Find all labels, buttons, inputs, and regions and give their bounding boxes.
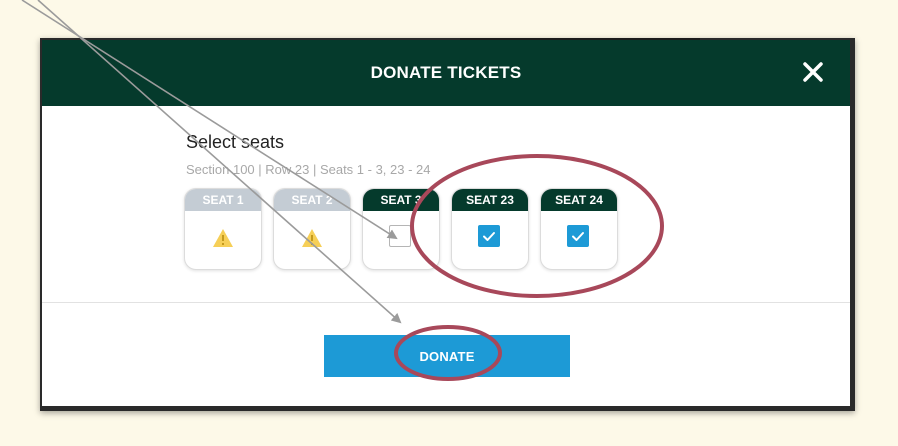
seat-label: SEAT 3 [363, 189, 439, 211]
checkmark-icon [483, 232, 495, 241]
seat-card-1: SEAT 1 [184, 188, 262, 270]
seat-23-checkbox[interactable] [478, 225, 500, 247]
modal-footer: DONATE [42, 303, 850, 406]
close-button[interactable] [798, 57, 828, 87]
seat-3-checkbox[interactable] [389, 225, 411, 247]
seat-card-3[interactable]: SEAT 3 [362, 188, 440, 270]
seat-card-23[interactable]: SEAT 23 [451, 188, 529, 270]
seat-list: SEAT 1 SEAT 2 SEAT 3 SEAT 23 SEAT 24 [184, 188, 644, 274]
warning-icon [213, 229, 233, 247]
seat-label: SEAT 24 [541, 189, 617, 211]
close-icon [803, 62, 823, 82]
seat-info: Section 100 | Row 23 | Seats 1 - 3, 23 -… [186, 162, 431, 177]
modal-header: DONATE TICKETS [42, 40, 850, 106]
checkmark-icon [572, 232, 584, 241]
seat-label: SEAT 1 [185, 189, 261, 211]
modal-title: DONATE TICKETS [370, 63, 522, 82]
seat-card-2: SEAT 2 [273, 188, 351, 270]
seat-24-checkbox[interactable] [567, 225, 589, 247]
donate-button[interactable]: DONATE [324, 335, 570, 377]
donate-tickets-modal: DONATE TICKETS Select seats Section 100 … [42, 40, 850, 406]
seat-card-24[interactable]: SEAT 24 [540, 188, 618, 270]
modal-body: Select seats Section 100 | Row 23 | Seat… [42, 106, 850, 302]
select-seats-heading: Select seats [186, 132, 285, 152]
seat-label: SEAT 23 [452, 189, 528, 211]
warning-icon [302, 229, 322, 247]
seat-label: SEAT 2 [274, 189, 350, 211]
